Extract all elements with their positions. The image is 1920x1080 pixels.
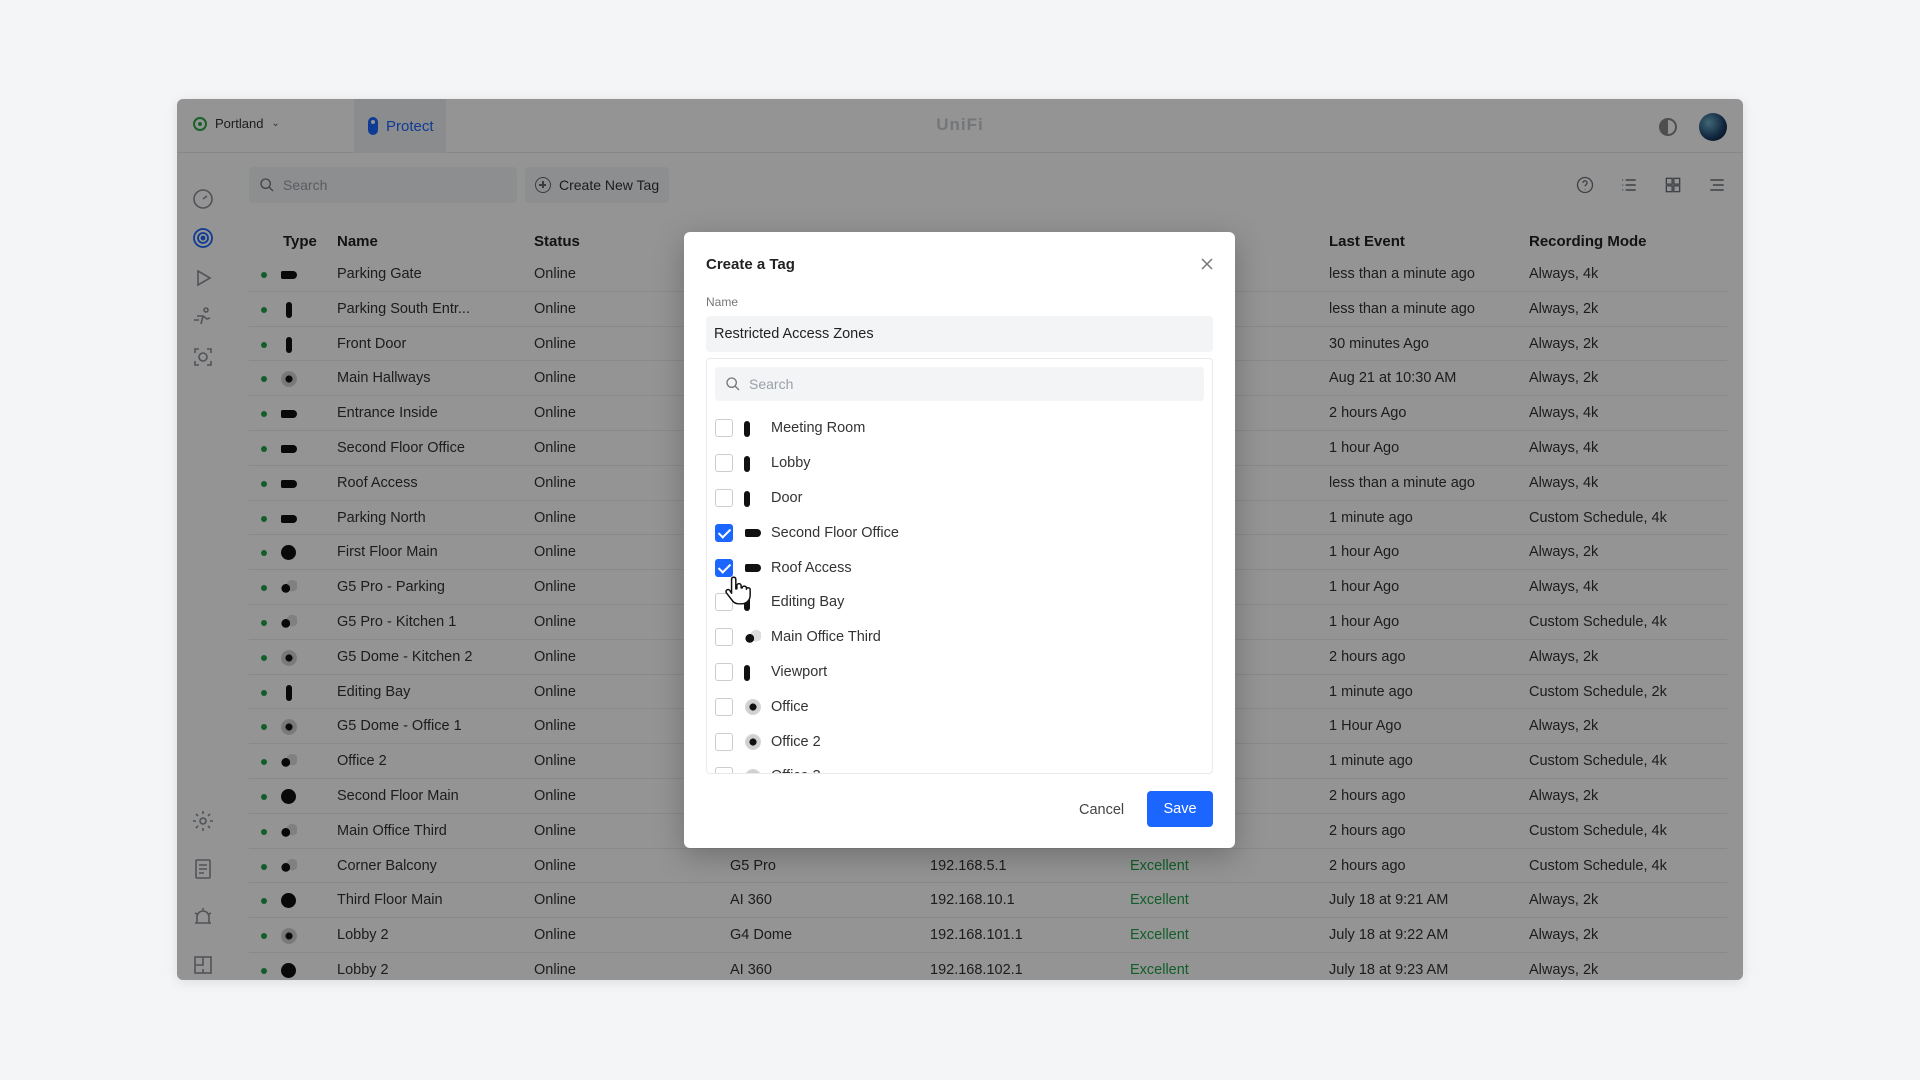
list-item-label: Door xyxy=(771,489,803,506)
checkbox[interactable] xyxy=(715,767,733,773)
list-item[interactable]: Roof Access xyxy=(707,550,1212,585)
checkbox[interactable] xyxy=(715,488,733,507)
list-item[interactable]: Door xyxy=(707,481,1212,516)
list-item[interactable]: Main Office Third xyxy=(707,620,1212,655)
list-item[interactable]: Office 2 xyxy=(707,724,1212,759)
hand-pointer-icon xyxy=(725,576,751,605)
dialog-title: Create a Tag xyxy=(706,256,795,273)
camera-tall-icon xyxy=(744,455,750,472)
list-item[interactable]: Office xyxy=(707,689,1212,724)
device-search-placeholder: Search xyxy=(749,376,794,392)
list-item[interactable]: Viewport xyxy=(707,655,1212,690)
list-item[interactable]: Office 3 xyxy=(707,759,1212,773)
camera-bullet-icon xyxy=(745,564,761,573)
tag-name-input[interactable] xyxy=(706,316,1213,352)
close-icon[interactable] xyxy=(1199,256,1215,272)
save-button[interactable]: Save xyxy=(1147,791,1213,827)
list-item-label: Office xyxy=(771,698,809,715)
camera-tall-icon xyxy=(744,664,750,681)
list-item[interactable]: Second Floor Office xyxy=(707,515,1212,550)
camera-pro-icon xyxy=(745,629,761,644)
camera-tall-icon xyxy=(744,490,750,507)
checkbox[interactable] xyxy=(715,523,733,542)
camera-tall-icon xyxy=(744,421,750,437)
list-item-label: Lobby xyxy=(771,455,811,472)
list-item-label: Office 2 xyxy=(771,733,821,750)
camera-bullet-icon xyxy=(745,529,761,538)
search-icon xyxy=(726,377,740,391)
checkbox[interactable] xyxy=(715,732,733,751)
list-item-label: Meeting Room xyxy=(771,420,866,437)
checkbox[interactable] xyxy=(715,454,733,473)
camera-dome-icon xyxy=(745,734,761,751)
cancel-button[interactable]: Cancel xyxy=(1069,793,1134,827)
create-tag-dialog: Create a Tag Name Search Meeting Room Lob… xyxy=(684,232,1235,848)
list-item-label: Office 3 xyxy=(771,768,821,773)
device-search-input[interactable]: Search xyxy=(715,367,1204,401)
list-item[interactable]: Editing Bay xyxy=(707,585,1212,620)
list-item-label: Second Floor Office xyxy=(771,524,899,541)
camera-dome-icon xyxy=(745,768,761,773)
camera-dome-icon xyxy=(745,699,761,716)
checkbox[interactable] xyxy=(715,662,733,681)
checkbox[interactable] xyxy=(715,628,733,647)
checkbox[interactable] xyxy=(715,697,733,716)
list-item-label: Roof Access xyxy=(771,559,852,576)
list-item-label: Viewport xyxy=(771,663,828,680)
checkbox[interactable] xyxy=(715,419,733,438)
name-label: Name xyxy=(706,295,739,309)
list-item-label: Main Office Third xyxy=(771,629,881,646)
list-item[interactable]: Meeting Room xyxy=(707,411,1212,446)
list-item-label: Editing Bay xyxy=(771,594,845,611)
device-select-list: Search Meeting Room Lobby Door Second Floor… xyxy=(706,358,1213,774)
list-item[interactable]: Lobby xyxy=(707,446,1212,481)
